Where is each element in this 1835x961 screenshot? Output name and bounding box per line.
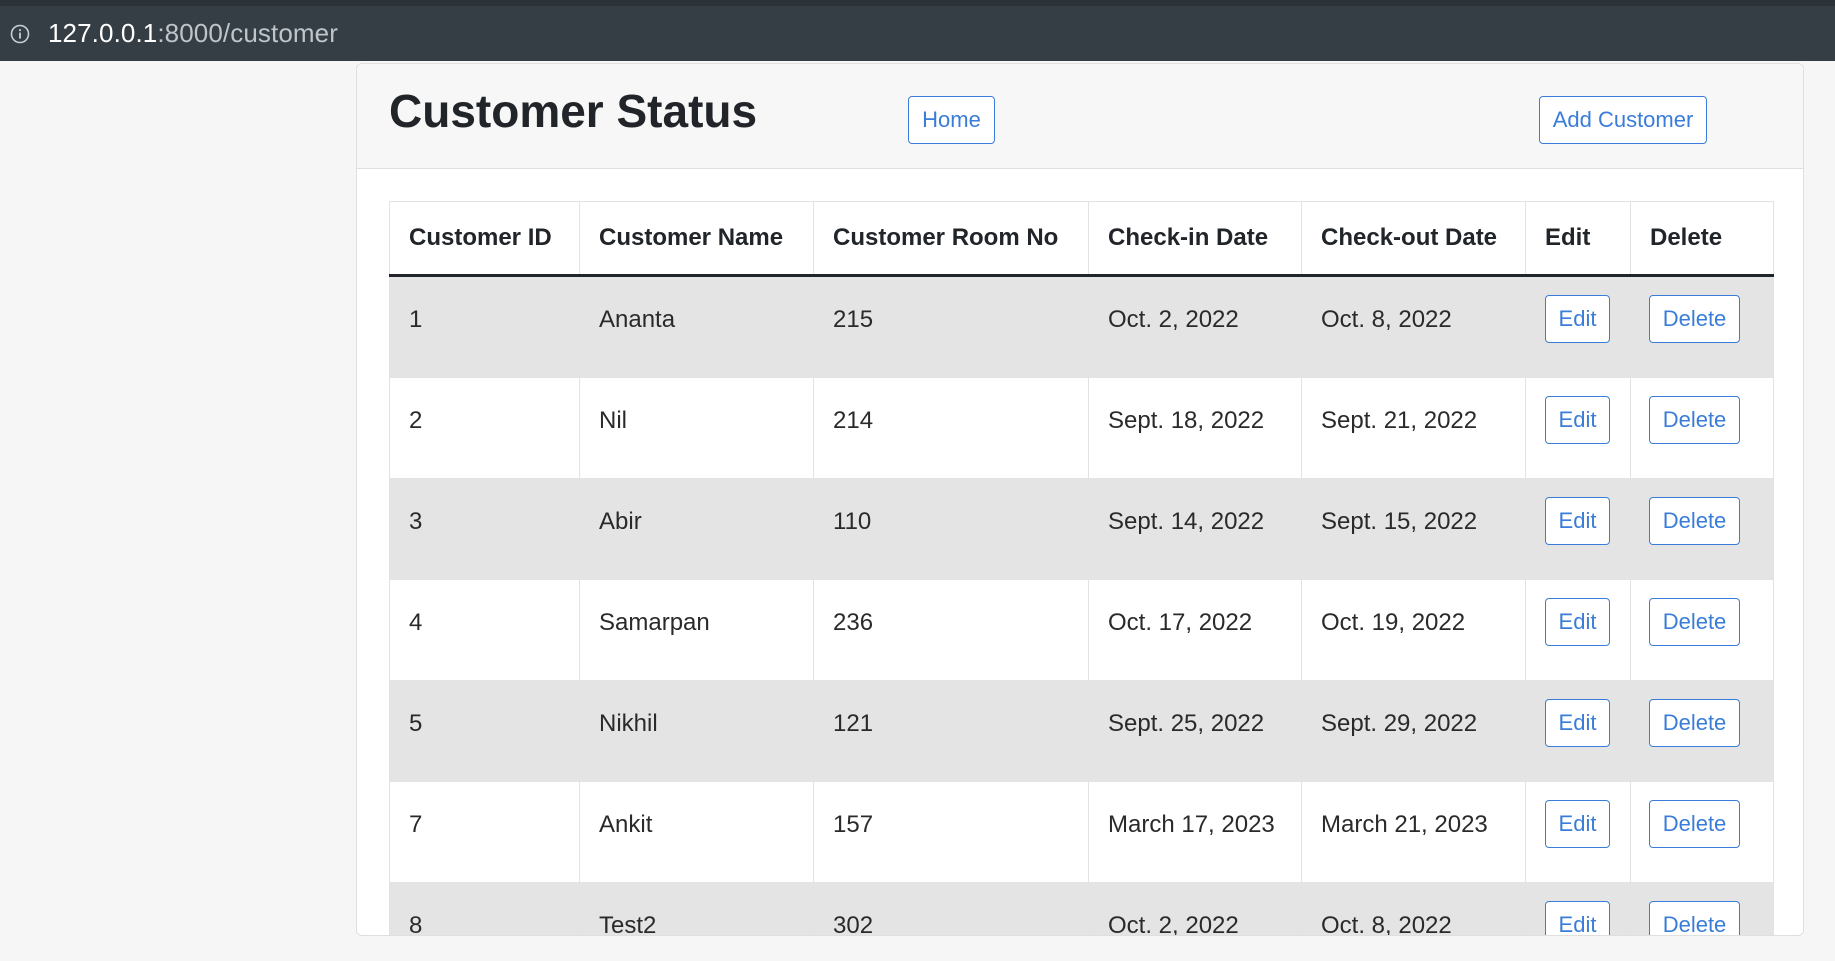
edit-button[interactable]: Edit xyxy=(1545,699,1610,747)
url-text[interactable]: 127.0.0.1:8000/customer xyxy=(48,18,338,49)
table-row: 1 Ananta 215 Oct. 2, 2022 Oct. 8, 2022 E… xyxy=(389,275,1774,378)
cell-customer-name: Test2 xyxy=(579,882,814,935)
table-row: 7 Ankit 157 March 17, 2023 March 21, 202… xyxy=(389,781,1774,883)
cell-check-in: March 17, 2023 xyxy=(1088,781,1302,883)
cell-edit: Edit xyxy=(1525,478,1631,580)
cell-edit: Edit xyxy=(1525,680,1631,782)
cell-customer-id: 2 xyxy=(389,377,580,479)
cell-check-in: Sept. 14, 2022 xyxy=(1088,478,1302,580)
header-row: Customer ID Customer Name Customer Room … xyxy=(389,201,1774,277)
cell-delete: Delete xyxy=(1630,478,1774,580)
cell-check-in: Oct. 2, 2022 xyxy=(1088,275,1302,378)
cell-customer-id: 5 xyxy=(389,680,580,782)
delete-button[interactable]: Delete xyxy=(1649,396,1740,444)
cell-edit: Edit xyxy=(1525,579,1631,681)
table-header: Customer ID Customer Name Customer Room … xyxy=(389,201,1774,277)
cell-check-out: Sept. 21, 2022 xyxy=(1301,377,1526,479)
cell-customer-name: Ananta xyxy=(579,275,814,378)
column-header-check-in: Check-in Date xyxy=(1088,201,1302,277)
cell-edit: Edit xyxy=(1525,781,1631,883)
cell-edit: Edit xyxy=(1525,882,1631,935)
cell-delete: Delete xyxy=(1630,275,1774,378)
add-customer-button[interactable]: Add Customer xyxy=(1539,96,1707,144)
table-row: 5 Nikhil 121 Sept. 25, 2022 Sept. 29, 20… xyxy=(389,680,1774,782)
customer-table: Customer ID Customer Name Customer Room … xyxy=(389,201,1774,935)
table-row: 2 Nil 214 Sept. 18, 2022 Sept. 21, 2022 … xyxy=(389,377,1774,479)
edit-button[interactable]: Edit xyxy=(1545,497,1610,545)
cell-customer-id: 1 xyxy=(389,275,580,378)
edit-button[interactable]: Edit xyxy=(1545,901,1610,935)
cell-room-no: 215 xyxy=(813,275,1089,378)
column-header-delete: Delete xyxy=(1630,201,1774,277)
cell-room-no: 214 xyxy=(813,377,1089,479)
column-header-customer-name: Customer Name xyxy=(579,201,814,277)
cell-check-out: March 21, 2023 xyxy=(1301,781,1526,883)
table-row: 3 Abir 110 Sept. 14, 2022 Sept. 15, 2022… xyxy=(389,478,1774,580)
url-path: :8000/customer xyxy=(157,18,338,48)
cell-room-no: 121 xyxy=(813,680,1089,782)
delete-button[interactable]: Delete xyxy=(1649,598,1740,646)
cell-delete: Delete xyxy=(1630,781,1774,883)
cell-delete: Delete xyxy=(1630,882,1774,935)
cell-check-out: Oct. 8, 2022 xyxy=(1301,275,1526,378)
info-icon[interactable] xyxy=(10,24,30,44)
cell-check-in: Sept. 18, 2022 xyxy=(1088,377,1302,479)
cell-check-out: Sept. 15, 2022 xyxy=(1301,478,1526,580)
cell-check-in: Oct. 17, 2022 xyxy=(1088,579,1302,681)
cell-delete: Delete xyxy=(1630,377,1774,479)
cell-check-out: Oct. 19, 2022 xyxy=(1301,579,1526,681)
cell-room-no: 110 xyxy=(813,478,1089,580)
card-header: Customer Status Home Add Customer xyxy=(357,64,1803,169)
table-row: 4 Samarpan 236 Oct. 17, 2022 Oct. 19, 20… xyxy=(389,579,1774,681)
cell-delete: Delete xyxy=(1630,579,1774,681)
customer-card: Customer Status Home Add Customer Custom… xyxy=(356,63,1804,936)
page-title: Customer Status xyxy=(389,85,758,137)
cell-customer-name: Samarpan xyxy=(579,579,814,681)
column-header-room-no: Customer Room No xyxy=(813,201,1089,277)
cell-edit: Edit xyxy=(1525,377,1631,479)
cell-customer-id: 3 xyxy=(389,478,580,580)
delete-button[interactable]: Delete xyxy=(1649,699,1740,747)
column-header-check-out: Check-out Date xyxy=(1301,201,1526,277)
cell-check-in: Oct. 2, 2022 xyxy=(1088,882,1302,935)
delete-button[interactable]: Delete xyxy=(1649,901,1740,935)
cell-customer-id: 8 xyxy=(389,882,580,935)
cell-room-no: 302 xyxy=(813,882,1089,935)
browser-address-bar[interactable]: 127.0.0.1:8000/customer xyxy=(0,0,1835,61)
edit-button[interactable]: Edit xyxy=(1545,295,1610,343)
cell-delete: Delete xyxy=(1630,680,1774,782)
cell-room-no: 157 xyxy=(813,781,1089,883)
column-header-edit: Edit xyxy=(1525,201,1631,277)
cell-check-out: Sept. 29, 2022 xyxy=(1301,680,1526,782)
cell-customer-name: Nikhil xyxy=(579,680,814,782)
cell-room-no: 236 xyxy=(813,579,1089,681)
edit-button[interactable]: Edit xyxy=(1545,800,1610,848)
column-header-customer-id: Customer ID xyxy=(389,201,580,277)
delete-button[interactable]: Delete xyxy=(1649,295,1740,343)
home-button[interactable]: Home xyxy=(908,96,995,144)
delete-button[interactable]: Delete xyxy=(1649,800,1740,848)
table-body: 1 Ananta 215 Oct. 2, 2022 Oct. 8, 2022 E… xyxy=(389,275,1774,935)
cell-customer-name: Nil xyxy=(579,377,814,479)
cell-customer-name: Abir xyxy=(579,478,814,580)
cell-check-out: Oct. 8, 2022 xyxy=(1301,882,1526,935)
cell-customer-id: 4 xyxy=(389,579,580,681)
cell-check-in: Sept. 25, 2022 xyxy=(1088,680,1302,782)
edit-button[interactable]: Edit xyxy=(1545,396,1610,444)
customer-table-wrapper: Customer ID Customer Name Customer Room … xyxy=(389,201,1774,935)
delete-button[interactable]: Delete xyxy=(1649,497,1740,545)
cell-edit: Edit xyxy=(1525,275,1631,378)
edit-button[interactable]: Edit xyxy=(1545,598,1610,646)
cell-customer-id: 7 xyxy=(389,781,580,883)
url-host: 127.0.0.1 xyxy=(48,18,158,48)
table-row: 8 Test2 302 Oct. 2, 2022 Oct. 8, 2022 Ed… xyxy=(389,882,1774,935)
cell-customer-name: Ankit xyxy=(579,781,814,883)
